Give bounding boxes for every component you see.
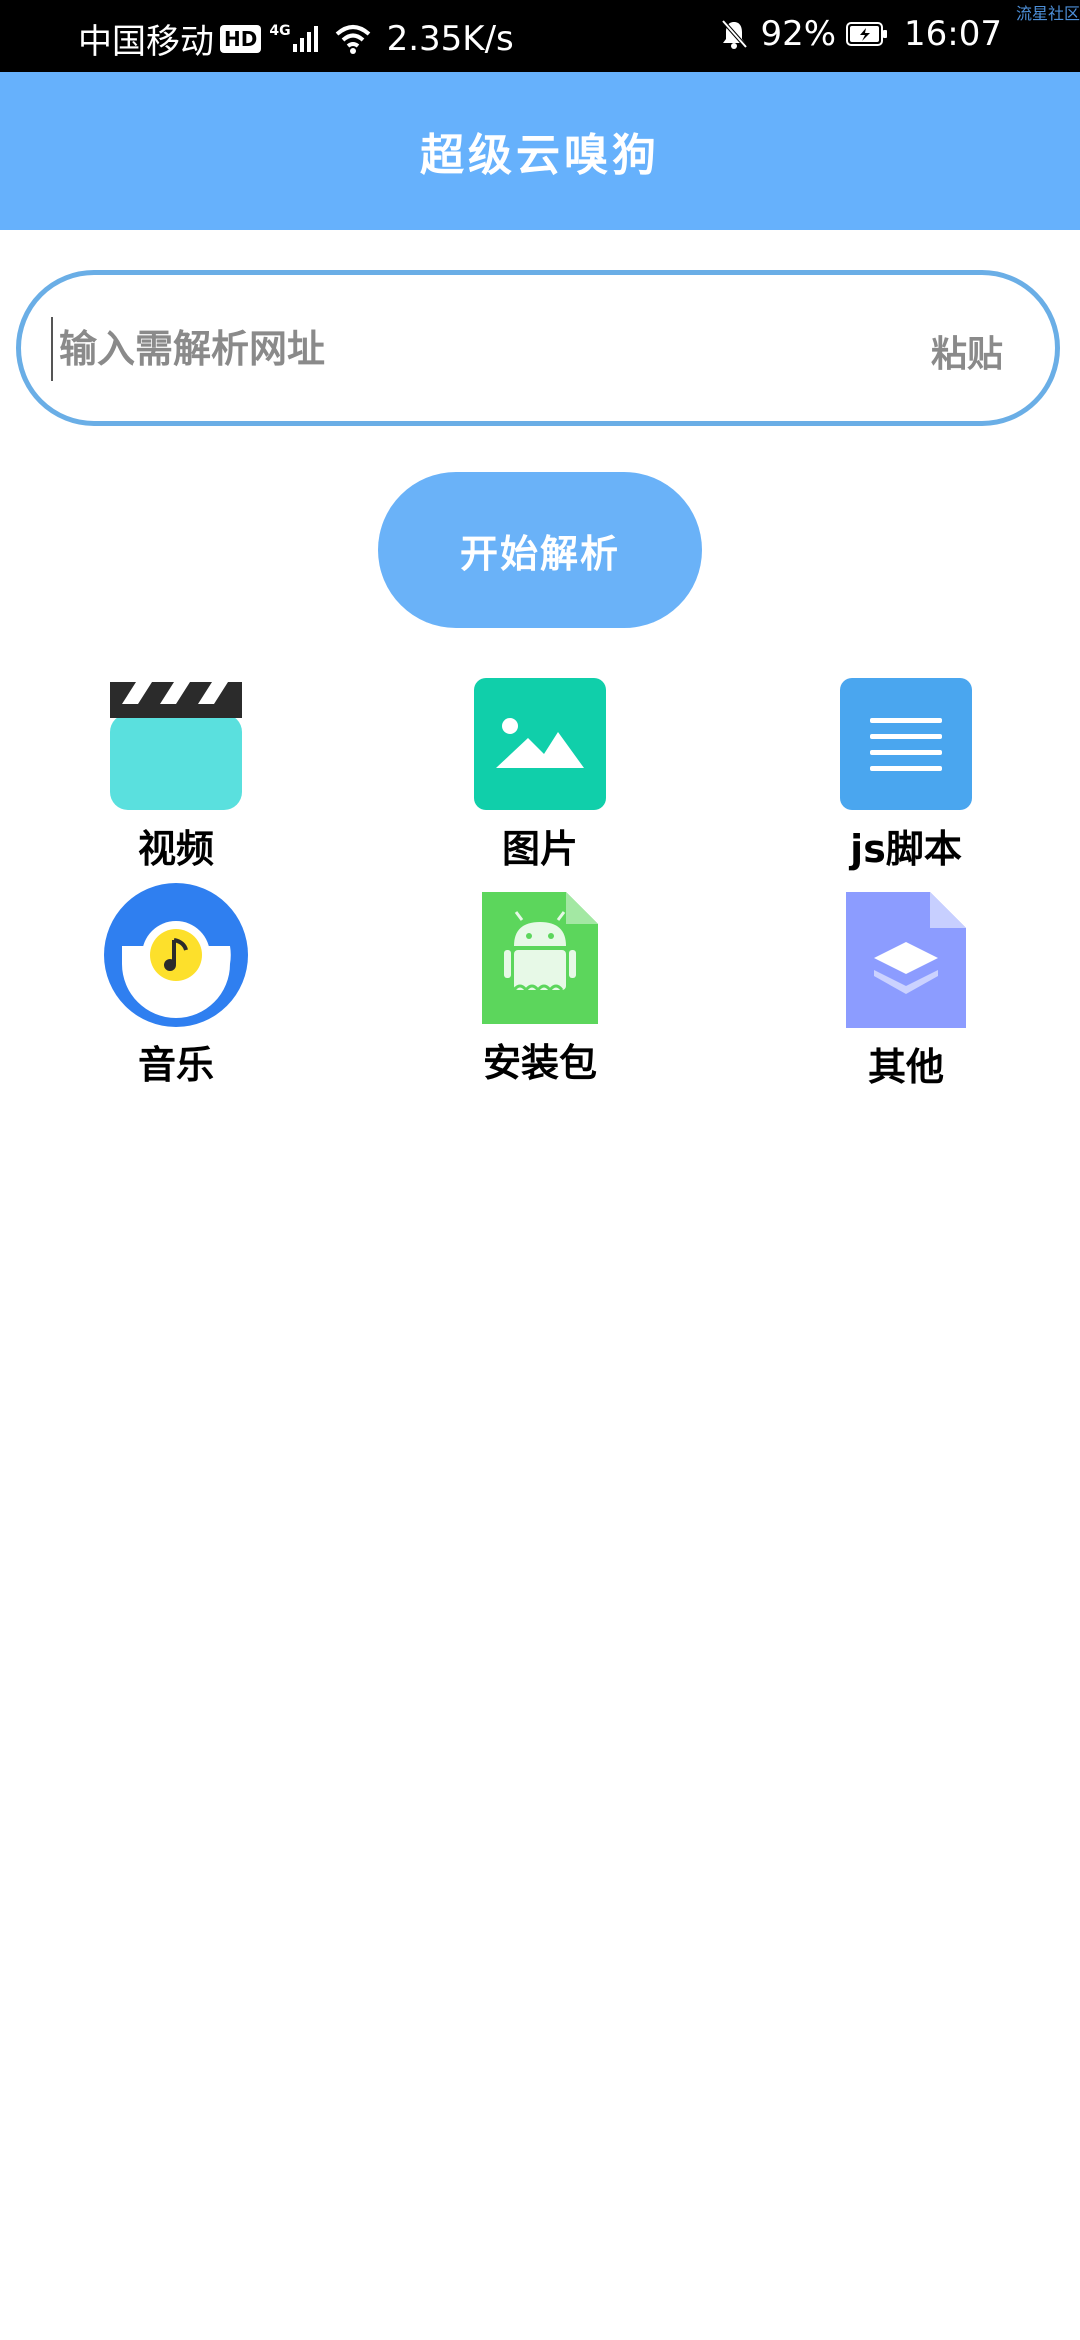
url-input[interactable] (51, 317, 861, 381)
image-icon (474, 678, 606, 810)
app-bar: 超级云嗅狗 (0, 72, 1080, 230)
category-video[interactable]: 视频 (66, 676, 286, 873)
clock: 16:07 (904, 14, 1002, 54)
signal-icon (292, 25, 321, 52)
battery-percent: 92% (760, 14, 837, 54)
category-image-label: 图片 (501, 827, 578, 871)
music-icon (104, 883, 248, 1027)
bell-muted-icon (721, 19, 748, 49)
network-speed: 2.35K/s (386, 18, 514, 59)
android-icon (482, 892, 598, 1024)
category-apk[interactable]: 安装包 (430, 890, 650, 1087)
status-bar: 中国移动 HD 4G 2.35K/s 92% 16:07 (0, 0, 1080, 72)
video-icon (110, 682, 242, 810)
hd-badge: HD (220, 24, 262, 53)
category-js-script-label: js脚本 (850, 827, 962, 871)
battery-charging-icon (846, 22, 888, 46)
layers-icon (846, 892, 966, 1028)
start-parse-label: 开始解析 (459, 531, 620, 576)
carrier-name: 中国移动 (78, 22, 214, 62)
start-parse-button[interactable]: 开始解析 (378, 472, 702, 628)
category-apk-label: 安装包 (482, 1041, 597, 1085)
category-music[interactable]: 音乐 (66, 882, 286, 1089)
wifi-icon (335, 24, 370, 54)
category-js-script[interactable]: js脚本 (796, 676, 1016, 873)
category-image[interactable]: 图片 (430, 676, 650, 873)
category-music-label: 音乐 (137, 1043, 214, 1087)
category-video-label: 视频 (137, 827, 214, 871)
category-other-label: 其他 (867, 1045, 944, 1089)
url-search-box: 粘贴 (16, 270, 1060, 426)
document-icon (840, 678, 972, 810)
paste-button[interactable]: 粘贴 (931, 325, 1003, 377)
watermark-text: 流星社区 (1015, 4, 1080, 23)
category-other[interactable]: 其他 (796, 890, 1016, 1091)
app-title: 超级云嗅狗 (420, 130, 660, 181)
network-type: 4G (269, 22, 291, 39)
